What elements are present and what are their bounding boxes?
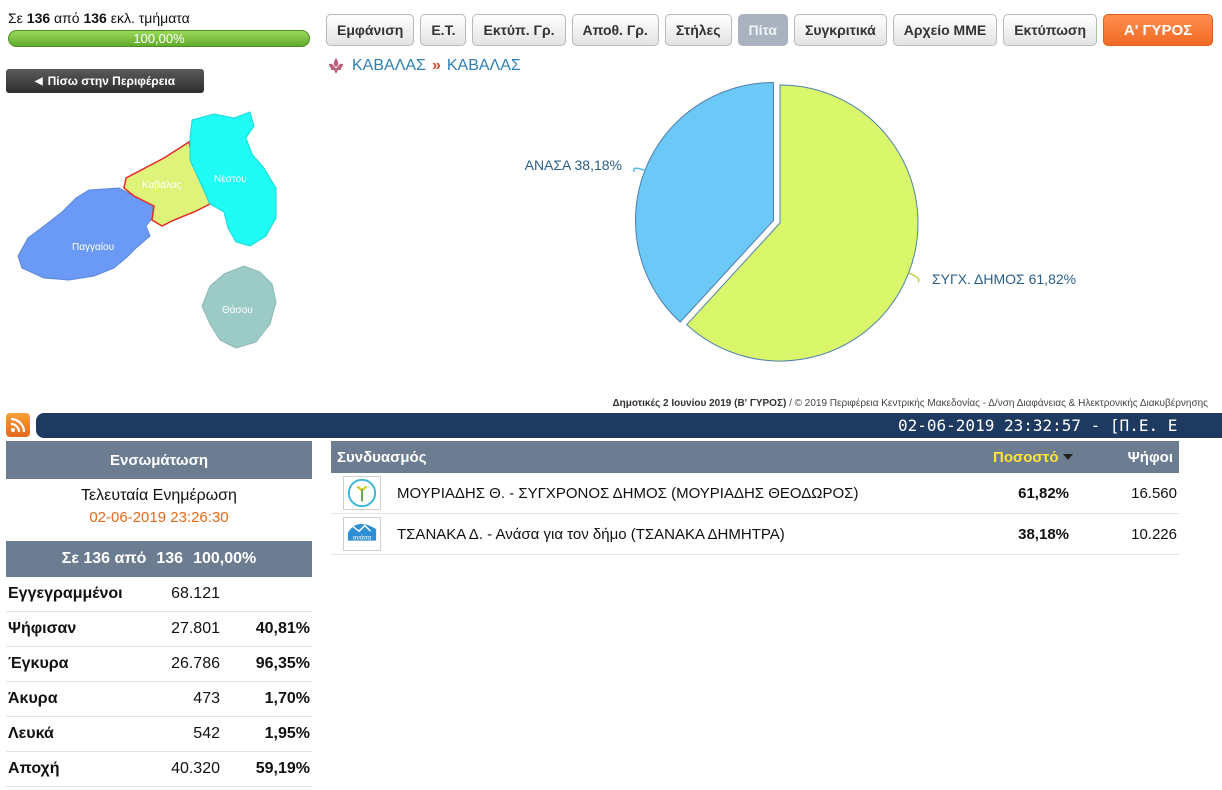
column-percent-label: Ποσοστό	[993, 448, 1059, 466]
first-round-button[interactable]: Α' ΓΥΡΟΣ	[1103, 14, 1214, 46]
map-label-paggaiou: Παγγαίου	[72, 241, 114, 253]
back-to-region-button[interactable]: ◀ Πίσω στην Περιφέρεια	[6, 69, 204, 93]
stats-label: Λευκά	[8, 725, 54, 742]
results-table: Συνδυασμός Ποσοστό Ψήφοι ΜΟΥΡΙΑΔΗΣ Θ. - …	[331, 441, 1179, 555]
stats-label: Αποχή	[8, 760, 60, 777]
party-name: ΤΣΑΝΑΚΑ Δ. - Ανάσα για τον δήμο (ΤΣΑΝΑΚΑ…	[397, 525, 785, 543]
map-label-thasou: Θάσου	[222, 304, 253, 316]
party-votes: 10.226	[1131, 525, 1177, 543]
map-region-nestou[interactable]: Νέστου	[189, 111, 277, 247]
stats-row-voted: Ψήφισαν 27.801 40,81%	[6, 612, 312, 647]
media-archive-button[interactable]: Αρχείο ΜΜΕ	[892, 14, 998, 46]
stats-number: 68.121	[171, 585, 220, 602]
fleur-icon	[329, 58, 343, 74]
stats-number: 40.320	[171, 760, 220, 777]
party-logo-icon: ανάσα	[343, 517, 381, 551]
pie-slice-label: ΣΥΓΧ. ΔΗΜΟΣ 61,82%	[932, 271, 1076, 287]
column-votes[interactable]: Ψήφοι	[1089, 449, 1179, 466]
stats-number: 473	[193, 690, 220, 707]
stats-percent: 59,19%	[255, 760, 310, 777]
et-button[interactable]: Ε.Τ.	[420, 14, 467, 46]
table-row[interactable]: ΜΟΥΡΙΑΔΗΣ Θ. - ΣΥΓΧΡΟΝΟΣ ΔΗΜΟΣ (ΜΟΥΡΙΑΔΗ…	[331, 473, 1179, 514]
save-chart-button[interactable]: Αποθ. Γρ.	[571, 14, 659, 46]
stats-row-abstention: Αποχή 40.320 59,19%	[6, 752, 312, 787]
stats-percent: 1,70%	[264, 690, 310, 707]
credit-line: Δημοτικές 2 Ιουνίου 2019 (Β' ΓΥΡΟΣ) / © …	[612, 398, 1208, 409]
results-header: Συνδυασμός Ποσοστό Ψήφοι	[331, 441, 1179, 473]
print-button[interactable]: Εκτύπωση	[1003, 14, 1098, 46]
column-percent[interactable]: Ποσοστό	[993, 449, 1089, 466]
status-suffix: εκλ. τμήματα	[110, 10, 190, 26]
breadcrumb-municipality: ΚΑΒΑΛΑΣ	[446, 57, 521, 74]
party-percent: 61,82%	[1018, 484, 1069, 502]
stats-label: Εγγεγραμμένοι	[8, 585, 123, 602]
stats-label: Ψήφισαν	[8, 620, 77, 637]
pie-label-connector	[632, 167, 646, 173]
toolbar: Εμφάνιση Ε.Τ. Εκτύπ. Γρ. Αποθ. Γρ. Στήλε…	[326, 14, 1214, 46]
back-arrow-icon: ◀	[34, 75, 43, 87]
map-region-thasou[interactable]: Θάσου	[201, 265, 277, 349]
stats-percent: 96,35%	[255, 655, 310, 672]
last-update-label: Τελευταία Ενημέρωση	[81, 487, 237, 504]
back-button-label: Πίσω στην Περιφέρεια	[47, 74, 176, 88]
table-row[interactable]: ανάσα ΤΣΑΝΑΚΑ Δ. - Ανάσα για τον δήμο (Τ…	[331, 514, 1179, 555]
stats-label: Έγκυρα	[8, 655, 69, 672]
print-chart-button[interactable]: Εκτύπ. Γρ.	[472, 14, 566, 46]
news-ticker: 02-06-2019 23:32:57 - [Π.Ε. Ε	[36, 413, 1222, 438]
breadcrumb-separator: »	[431, 57, 441, 74]
status-total: 136	[83, 10, 107, 26]
comparison-button[interactable]: Συγκριτικά	[793, 14, 887, 46]
status-middle: από	[54, 10, 80, 26]
stats-percent: 1,95%	[264, 725, 310, 742]
stats-label: Άκυρα	[8, 690, 58, 707]
stats-row-invalid: Άκυρα 473 1,70%	[6, 682, 312, 717]
stats-row-blank: Λευκά 542 1,95%	[6, 717, 312, 752]
integration-header: Ενσωμάτωση	[6, 441, 312, 479]
stats-number: 542	[193, 725, 220, 742]
last-update-value: 02-06-2019 23:26:30	[89, 509, 229, 526]
counting-progress-bar: 100,00%	[8, 30, 310, 47]
status-counted: 136	[26, 10, 51, 26]
map-region-paggaiou[interactable]: Παγγαίου	[17, 187, 155, 281]
summary-percent: 100,00%	[193, 550, 257, 567]
map-label-kavalas: Καβάλας	[142, 179, 181, 191]
stats-row-registered: Εγγεγραμμένοι 68.121	[6, 577, 312, 612]
sort-desc-icon	[1062, 454, 1073, 460]
integration-summary: Σε 136 από 136 100,00%	[6, 541, 312, 577]
stats-number: 26.786	[171, 655, 220, 672]
map-label-nestou: Νέστου	[214, 173, 247, 185]
progress-label: 100,00%	[133, 31, 185, 46]
stats-number: 27.801	[171, 620, 220, 637]
credit-rest: / © 2019 Περιφέρεια Κεντρικής Μακεδονίας…	[789, 398, 1208, 409]
summary-count: 136	[156, 550, 184, 567]
region-map: Παγγαίου Καβάλας Νέστου Θάσου	[17, 111, 277, 349]
summary-text: Σε 136 από	[61, 550, 147, 567]
breadcrumb-region-link[interactable]: ΚΑΒΑΛΑΣ	[352, 57, 426, 75]
last-update-box: Τελευταία Ενημέρωση 02-06-2019 23:26:30	[6, 479, 312, 541]
breadcrumb: ΚΑΒΑΛΑΣ » ΚΑΒΑΛΑΣ	[326, 56, 521, 76]
party-logo-text: ανάσα	[353, 534, 372, 542]
stats-row-valid: Έγκυρα 26.786 96,35%	[6, 647, 312, 682]
party-percent: 38,18%	[1018, 525, 1069, 543]
integration-panel: Ενσωμάτωση Τελευταία Ενημέρωση 02-06-201…	[6, 441, 312, 787]
pie-label-connector	[908, 272, 920, 283]
stats-percent: 40,81%	[255, 620, 310, 637]
party-name: ΜΟΥΡΙΑΔΗΣ Θ. - ΣΥΓΧΡΟΝΟΣ ΔΗΜΟΣ (ΜΟΥΡΙΑΔΗ…	[397, 484, 859, 502]
rss-icon[interactable]	[6, 413, 30, 437]
party-votes: 16.560	[1131, 484, 1177, 502]
column-combination[interactable]: Συνδυασμός	[331, 449, 993, 466]
counted-sections-status: Σε 136 από 136 εκλ. τμήματα	[8, 10, 190, 26]
columns-button[interactable]: Στήλες	[664, 14, 732, 46]
status-prefix: Σε	[8, 10, 23, 26]
show-button[interactable]: Εμφάνιση	[326, 14, 415, 46]
credit-election: Δημοτικές 2 Ιουνίου 2019 (Β' ΓΥΡΟΣ)	[612, 398, 787, 409]
pie-chart: ΣΥΓΧ. ΔΗΜΟΣ 61,82% ΑΝΑΣΑ 38,18%	[525, 81, 1076, 362]
pie-button[interactable]: Πίτα	[737, 14, 788, 46]
rss-glyph	[10, 417, 26, 433]
pie-slice-label: ΑΝΑΣΑ 38,18%	[525, 157, 622, 173]
party-logo-icon	[343, 476, 381, 510]
